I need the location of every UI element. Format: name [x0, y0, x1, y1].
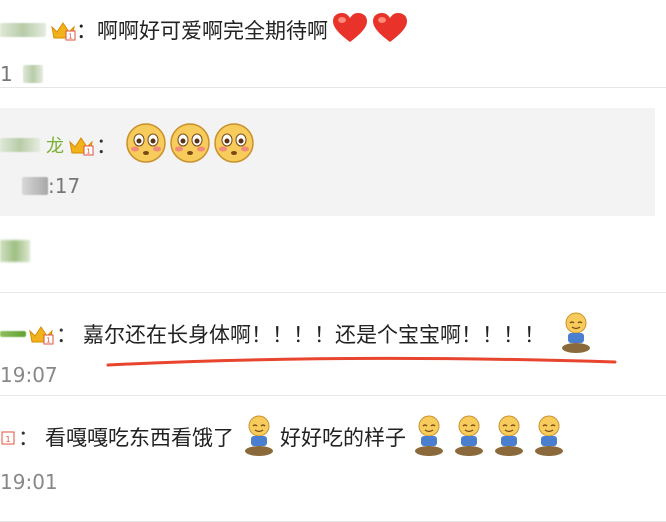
comment-text: ：啊啊好可爱啊完全期待啊: [76, 19, 328, 43]
sitting-figure-emoji-icon: [532, 414, 566, 460]
crown-badge-icon: 1: [50, 19, 76, 41]
heart-emoji-icon: [372, 12, 408, 48]
svg-text:1: 1: [86, 148, 90, 156]
comment-text: 嘉尔还在长身体啊！！！！还是个宝宝啊！！！！: [83, 323, 545, 347]
blurred-username-fragment: [0, 240, 30, 262]
svg-text:1: 1: [46, 337, 50, 345]
blushing-face-emoji-icon: [169, 122, 211, 168]
username-blurred[interactable]: [0, 138, 40, 152]
comment-time: :17: [48, 174, 81, 198]
sitting-figure-emoji-icon: [492, 414, 526, 460]
comment-time: 19:01: [0, 470, 58, 494]
comment-1: 1 ：啊啊好可爱啊完全期待啊 1: [0, 0, 666, 88]
comment-time: 19:07: [0, 363, 58, 387]
user-badge-icon: 1: [0, 426, 16, 448]
comment-colon: ：: [56, 323, 77, 347]
heart-emoji-icon: [332, 12, 368, 48]
svg-text:1: 1: [68, 33, 72, 41]
comment-3: 1 ： 嘉尔还在长身体啊！！！！还是个宝宝啊！！！！ 19:07: [0, 292, 666, 396]
sitting-figure-emoji-icon: [452, 414, 486, 460]
crown-badge-icon: 1: [68, 134, 94, 156]
comment-text-continued: 好好吃的样子: [280, 426, 406, 450]
comment-colon: ：: [18, 426, 39, 450]
comment-colon: ：: [96, 134, 117, 158]
time-blurred: [22, 65, 43, 83]
sitting-figure-emoji-icon: [559, 311, 593, 357]
comment-4: 1 ： 看嘎嘎吃东西看饿了 好好吃的样子 19:01: [0, 396, 666, 522]
comment-time: 1: [0, 62, 13, 86]
crown-badge-icon: 1: [28, 323, 54, 345]
svg-text:1: 1: [5, 435, 10, 444]
comment-2-reply: 龙 1 ： :17: [0, 108, 655, 216]
blushing-face-emoji-icon: [213, 122, 255, 168]
username-blurred[interactable]: [0, 23, 46, 37]
username-suffix[interactable]: 龙: [46, 132, 64, 158]
sitting-figure-emoji-icon: [412, 414, 446, 460]
comment-text: 看嘎嘎吃东西看饿了: [45, 426, 234, 450]
time-blurred: [22, 177, 48, 195]
sitting-figure-emoji-icon: [242, 414, 276, 460]
username-blurred[interactable]: [0, 331, 26, 337]
blushing-face-emoji-icon: [125, 122, 167, 168]
